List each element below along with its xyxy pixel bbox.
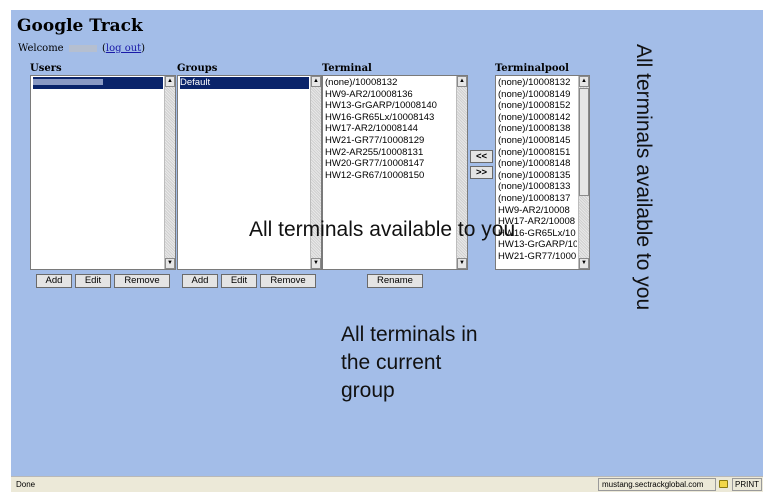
terminalpool-item[interactable]: (none)/10008137 xyxy=(498,193,577,205)
status-bar: Done mustang.sectrackglobal.com PRINT xyxy=(11,476,763,492)
terminalpool-label: Terminalpool xyxy=(495,63,569,74)
terminalpool-item[interactable]: (none)/10008142 xyxy=(498,112,577,124)
scroll-down-icon[interactable]: ▼ xyxy=(457,258,467,269)
terminal-item[interactable]: HW17-AR2/10008144 xyxy=(325,123,455,135)
scroll-down-icon[interactable]: ▼ xyxy=(165,258,175,269)
rename-button[interactable]: Rename xyxy=(367,274,423,288)
username-redacted xyxy=(68,45,97,52)
terminal-item[interactable]: HW20-GR77/10008147 xyxy=(325,158,455,170)
status-print: PRINT xyxy=(732,478,762,491)
annotation-middle: All terminals available to you xyxy=(249,218,516,241)
status-text: Done xyxy=(16,480,36,489)
move-right-button[interactable]: >> xyxy=(470,166,493,179)
terminalpool-scrollbar[interactable]: ▲ ▼ xyxy=(578,76,589,269)
terminal-item[interactable]: HW12-GR67/10008150 xyxy=(325,170,455,182)
groups-label: Groups xyxy=(177,63,218,74)
terminal-item[interactable]: HW2-AR255/10008131 xyxy=(325,147,455,159)
scroll-up-icon[interactable]: ▲ xyxy=(311,76,321,87)
logout-link[interactable]: log out xyxy=(106,43,141,54)
annotation-group-line: group xyxy=(341,379,395,402)
groups-edit-button[interactable]: Edit xyxy=(221,274,257,288)
annotation-group: All terminals in the current group xyxy=(341,321,541,405)
terminalpool-item[interactable]: (none)/10008132 xyxy=(498,77,577,89)
group-item[interactable]: Default xyxy=(180,77,309,89)
terminalpool-item[interactable]: (none)/10008151 xyxy=(498,147,577,159)
lock-icon xyxy=(719,480,728,488)
terminal-item[interactable]: (none)/10008132 xyxy=(325,77,455,89)
users-scrollbar[interactable]: ▲ ▼ xyxy=(164,76,175,269)
terminalpool-item[interactable]: (none)/10008135 xyxy=(498,170,577,182)
groups-remove-button[interactable]: Remove xyxy=(260,274,316,288)
terminalpool-item[interactable]: (none)/10008133 xyxy=(498,181,577,193)
scroll-up-icon[interactable]: ▲ xyxy=(579,76,589,87)
terminalpool-item[interactable]: (none)/10008138 xyxy=(498,123,577,135)
annotation-group-line: All terminals in xyxy=(341,323,478,346)
scroll-thumb[interactable] xyxy=(579,88,589,196)
users-listbox[interactable]: ▲ ▼ xyxy=(30,75,176,270)
groups-add-button[interactable]: Add xyxy=(182,274,218,288)
terminalpool-item[interactable]: (none)/10008152 xyxy=(498,100,577,112)
annotation-group-line: the current xyxy=(341,351,442,374)
status-host: mustang.sectrackglobal.com xyxy=(598,478,716,491)
terminalpool-item[interactable]: HW9-AR2/10008 xyxy=(498,205,577,217)
welcome-line: Welcome (log out) xyxy=(18,43,146,54)
users-label: Users xyxy=(30,63,62,74)
terminalpool-item[interactable]: HW21-GR77/1000 xyxy=(498,251,577,263)
annotation-vertical: All terminals available to you xyxy=(632,44,655,311)
scroll-down-icon[interactable]: ▼ xyxy=(311,258,321,269)
scroll-down-icon[interactable]: ▼ xyxy=(579,258,589,269)
terminal-label: Terminal xyxy=(322,63,372,74)
scroll-up-icon[interactable]: ▲ xyxy=(165,76,175,87)
scroll-up-icon[interactable]: ▲ xyxy=(457,76,467,87)
page-title: Google Track xyxy=(17,16,143,36)
terminal-item[interactable]: HW16-GR65Lx/10008143 xyxy=(325,112,455,124)
terminal-item[interactable]: HW9-AR2/10008136 xyxy=(325,89,455,101)
terminal-item[interactable]: HW13-GrGARP/10008140 xyxy=(325,100,455,112)
terminalpool-item[interactable]: (none)/10008148 xyxy=(498,158,577,170)
terminalpool-item[interactable]: (none)/10008145 xyxy=(498,135,577,147)
move-left-button[interactable]: << xyxy=(470,150,493,163)
users-add-button[interactable]: Add xyxy=(36,274,72,288)
terminal-item[interactable]: HW21-GR77/10008129 xyxy=(325,135,455,147)
users-remove-button[interactable]: Remove xyxy=(114,274,170,288)
welcome-text: Welcome xyxy=(18,43,64,54)
user-item-redacted[interactable] xyxy=(33,77,163,89)
users-edit-button[interactable]: Edit xyxy=(75,274,111,288)
terminalpool-item[interactable]: (none)/10008149 xyxy=(498,89,577,101)
